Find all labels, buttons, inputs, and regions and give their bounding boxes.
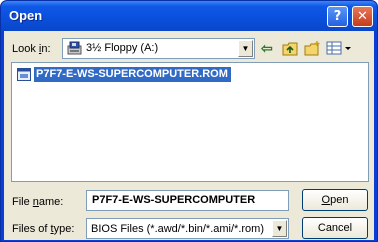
title-bar[interactable]: Open ? ✕ [1,1,377,31]
look-in-dropdown[interactable]: 3½ Floppy (A:) ▼ [62,38,255,59]
cancel-button[interactable]: Cancel [302,217,368,239]
file-item-name: P7F7-E-WS-SUPERCOMPUTER.ROM [34,67,231,82]
dialog-title: Open [9,8,43,23]
floppy-drive-icon [67,41,82,55]
file-type-label: Files of type: [12,223,75,235]
chevron-down-icon[interactable]: ▼ [238,40,253,57]
open-dialog: Open ? ✕ Look in: 3½ Floppy (A:) ▼ ⇦ P7F… [0,0,378,242]
file-list[interactable]: P7F7-E-WS-SUPERCOMPUTER.ROM [11,62,369,182]
rom-file-icon [17,68,31,81]
chevron-down-icon[interactable]: ▼ [272,220,287,237]
dialog-body: Look in: 3½ Floppy (A:) ▼ ⇦ P7F7-E-WS-SU… [4,31,374,240]
file-type-dropdown[interactable]: BIOS Files (*.awd/*.bin/*.ami/*.rom) ▼ [86,218,289,239]
close-button[interactable]: ✕ [352,6,373,27]
back-arrow-icon[interactable]: ⇦ [261,40,277,57]
look-in-value: 3½ Floppy (A:) [86,42,159,54]
file-type-value: BIOS Files (*.awd/*.bin/*.ami/*.rom) [91,223,264,235]
help-button[interactable]: ? [327,6,348,27]
file-name-input[interactable]: P7F7-E-WS-SUPERCOMPUTER [86,190,289,211]
file-name-label: File name: [12,196,64,208]
up-one-level-icon[interactable] [282,40,299,57]
new-folder-icon[interactable] [304,40,321,57]
look-in-label: Look in: [12,43,51,55]
open-button[interactable]: Open [302,189,368,211]
views-menu-icon[interactable] [326,40,352,57]
